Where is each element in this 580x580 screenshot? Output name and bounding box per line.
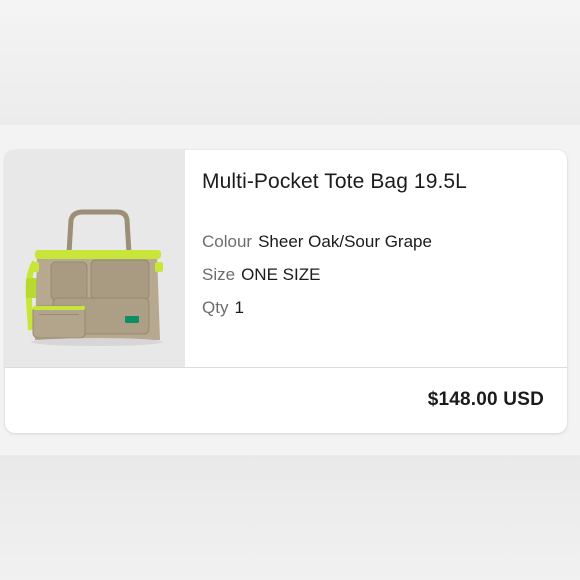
cart-item-card[interactable]: Multi-Pocket Tote Bag 19.5L Colour Sheer …: [5, 150, 567, 433]
product-title[interactable]: Multi-Pocket Tote Bag 19.5L: [202, 170, 552, 194]
page-background-top: [0, 0, 580, 125]
card-divider: [5, 367, 567, 368]
size-row: Size ONE SIZE: [202, 265, 320, 285]
product-image[interactable]: [5, 150, 185, 367]
item-price: $148.00 USD: [427, 389, 544, 410]
qty-value[interactable]: 1: [234, 298, 243, 317]
size-value: ONE SIZE: [241, 265, 321, 284]
colour-row: Colour Sheer Oak/Sour Grape: [202, 232, 432, 252]
size-label: Size: [202, 265, 236, 284]
item-details: Multi-Pocket Tote Bag 19.5L Colour Sheer …: [202, 170, 552, 317]
colour-label: Colour: [202, 232, 253, 251]
qty-row: Qty 1: [202, 298, 244, 318]
qty-label: Qty: [202, 298, 229, 317]
colour-value: Sheer Oak/Sour Grape: [258, 232, 432, 251]
page-background-bottom: [0, 455, 580, 580]
tote-bag-icon: [5, 150, 185, 367]
